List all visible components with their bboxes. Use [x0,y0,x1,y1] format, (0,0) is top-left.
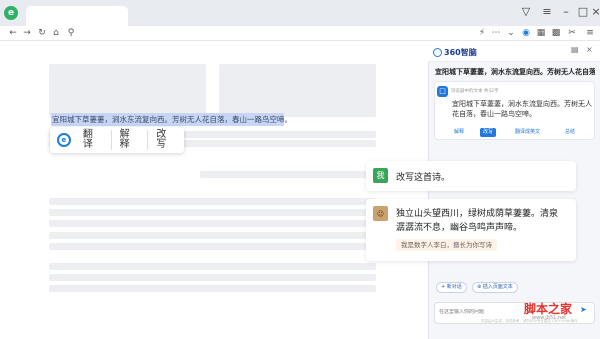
browser-tab[interactable] [26,6,128,26]
placeholder-block [219,64,376,117]
placeholder-line [49,274,376,281]
dropdown-icon[interactable]: ⌄ [505,27,517,39]
brand-logo-icon [433,47,442,57]
send-icon[interactable]: ➤ [580,305,587,314]
action-summarize[interactable]: 总结 [562,128,578,137]
rewrite-button[interactable]: 改写 [147,130,184,150]
ai-assistant-icon[interactable]: ◉ [520,27,532,39]
new-chat-label: 新对话 [446,284,462,290]
close-panel-icon[interactable]: × [586,45,593,54]
shirt-icon[interactable]: ▽ [519,5,533,18]
action-explain[interactable]: 解释 [451,128,467,137]
placeholder-line [49,198,376,205]
selection-popup: e 翻译 解释 改写 [50,127,184,153]
action-rewrite[interactable]: 改写 [480,128,497,137]
menu-icon[interactable]: ≡ [584,27,596,39]
apps-icon[interactable]: ▩ [550,27,562,39]
assistant-avatar-icon: ☺ [373,206,388,221]
search-icon[interactable]: ⚲ [65,27,77,39]
insert-page-text-button[interactable]: ⊕ 插入页面文本 [472,282,518,293]
home-icon[interactable]: ⌂ [50,27,62,39]
placeholder-line [49,263,376,270]
selected-text[interactable]: 宜阳城下草萋萋，涧水东流复向西。芳树无人花自落，春山一路鸟空啼。 [51,113,292,126]
browser-logo-icon: e [4,6,18,20]
user-message-text: 改写这首诗。 [396,173,451,183]
action-translate-english[interactable]: 翻译成英文 [512,128,543,137]
document-icon: □ [437,86,448,97]
watermark-url: www.jb51.net [532,315,567,321]
translate-button[interactable]: 翻译 [83,130,111,150]
placeholder-line [49,243,376,250]
assistant-persona-note: 我是数字人李白，擅长为你写诗 [396,239,497,251]
placeholder-line [200,171,376,178]
placeholder-line [49,209,376,216]
forward-icon[interactable]: → [21,27,33,39]
insert-page-text-label: 插入页面文本 [482,284,513,290]
page-content [0,42,428,339]
user-avatar: 我 [373,168,388,183]
placeholder-line [49,220,376,227]
back-icon[interactable]: ← [7,27,19,39]
panel-brand: 360智脑 [433,46,477,58]
menu-icon[interactable]: ≡ [540,5,554,18]
more-icon[interactable]: ⋯ [490,27,502,39]
minimize-icon[interactable]: – [559,5,573,18]
lightning-icon[interactable]: ⚡ [476,27,488,39]
placeholder-block [49,64,206,117]
placeholder-line [49,232,376,239]
placeholder-line [49,285,376,292]
screenshot-icon[interactable]: ✂ [566,27,578,39]
ai-logo-icon: e [57,133,71,147]
quote-meta: 浏览器中的文本 共32字 [451,89,499,94]
pin-icon[interactable]: ▤ [571,45,579,54]
reload-icon[interactable]: ↻ [36,27,48,39]
quote-text: 宜阳城下草萋萋，涧水东流复向西。芳树无人花自落，春山一路鸟空啼。 [452,100,592,118]
maximize-icon[interactable]: □ [576,5,590,18]
assistant-message-text: 独立山头望西川，绿树成荫草萋萋。清泉潺潺流不息，幽谷鸟鸣声声啼。 [396,209,559,233]
conversation-title: 宜阳城下草萋萋，涧水东流复向西。芳树无人花自落... [435,68,595,76]
extensions-icon[interactable]: ▦ [535,27,547,39]
close-icon[interactable]: × [589,5,600,18]
brand-name: 360智脑 [444,47,477,57]
explain-button[interactable]: 解释 [110,130,148,150]
new-chat-button[interactable]: + 新对话 [436,282,467,293]
